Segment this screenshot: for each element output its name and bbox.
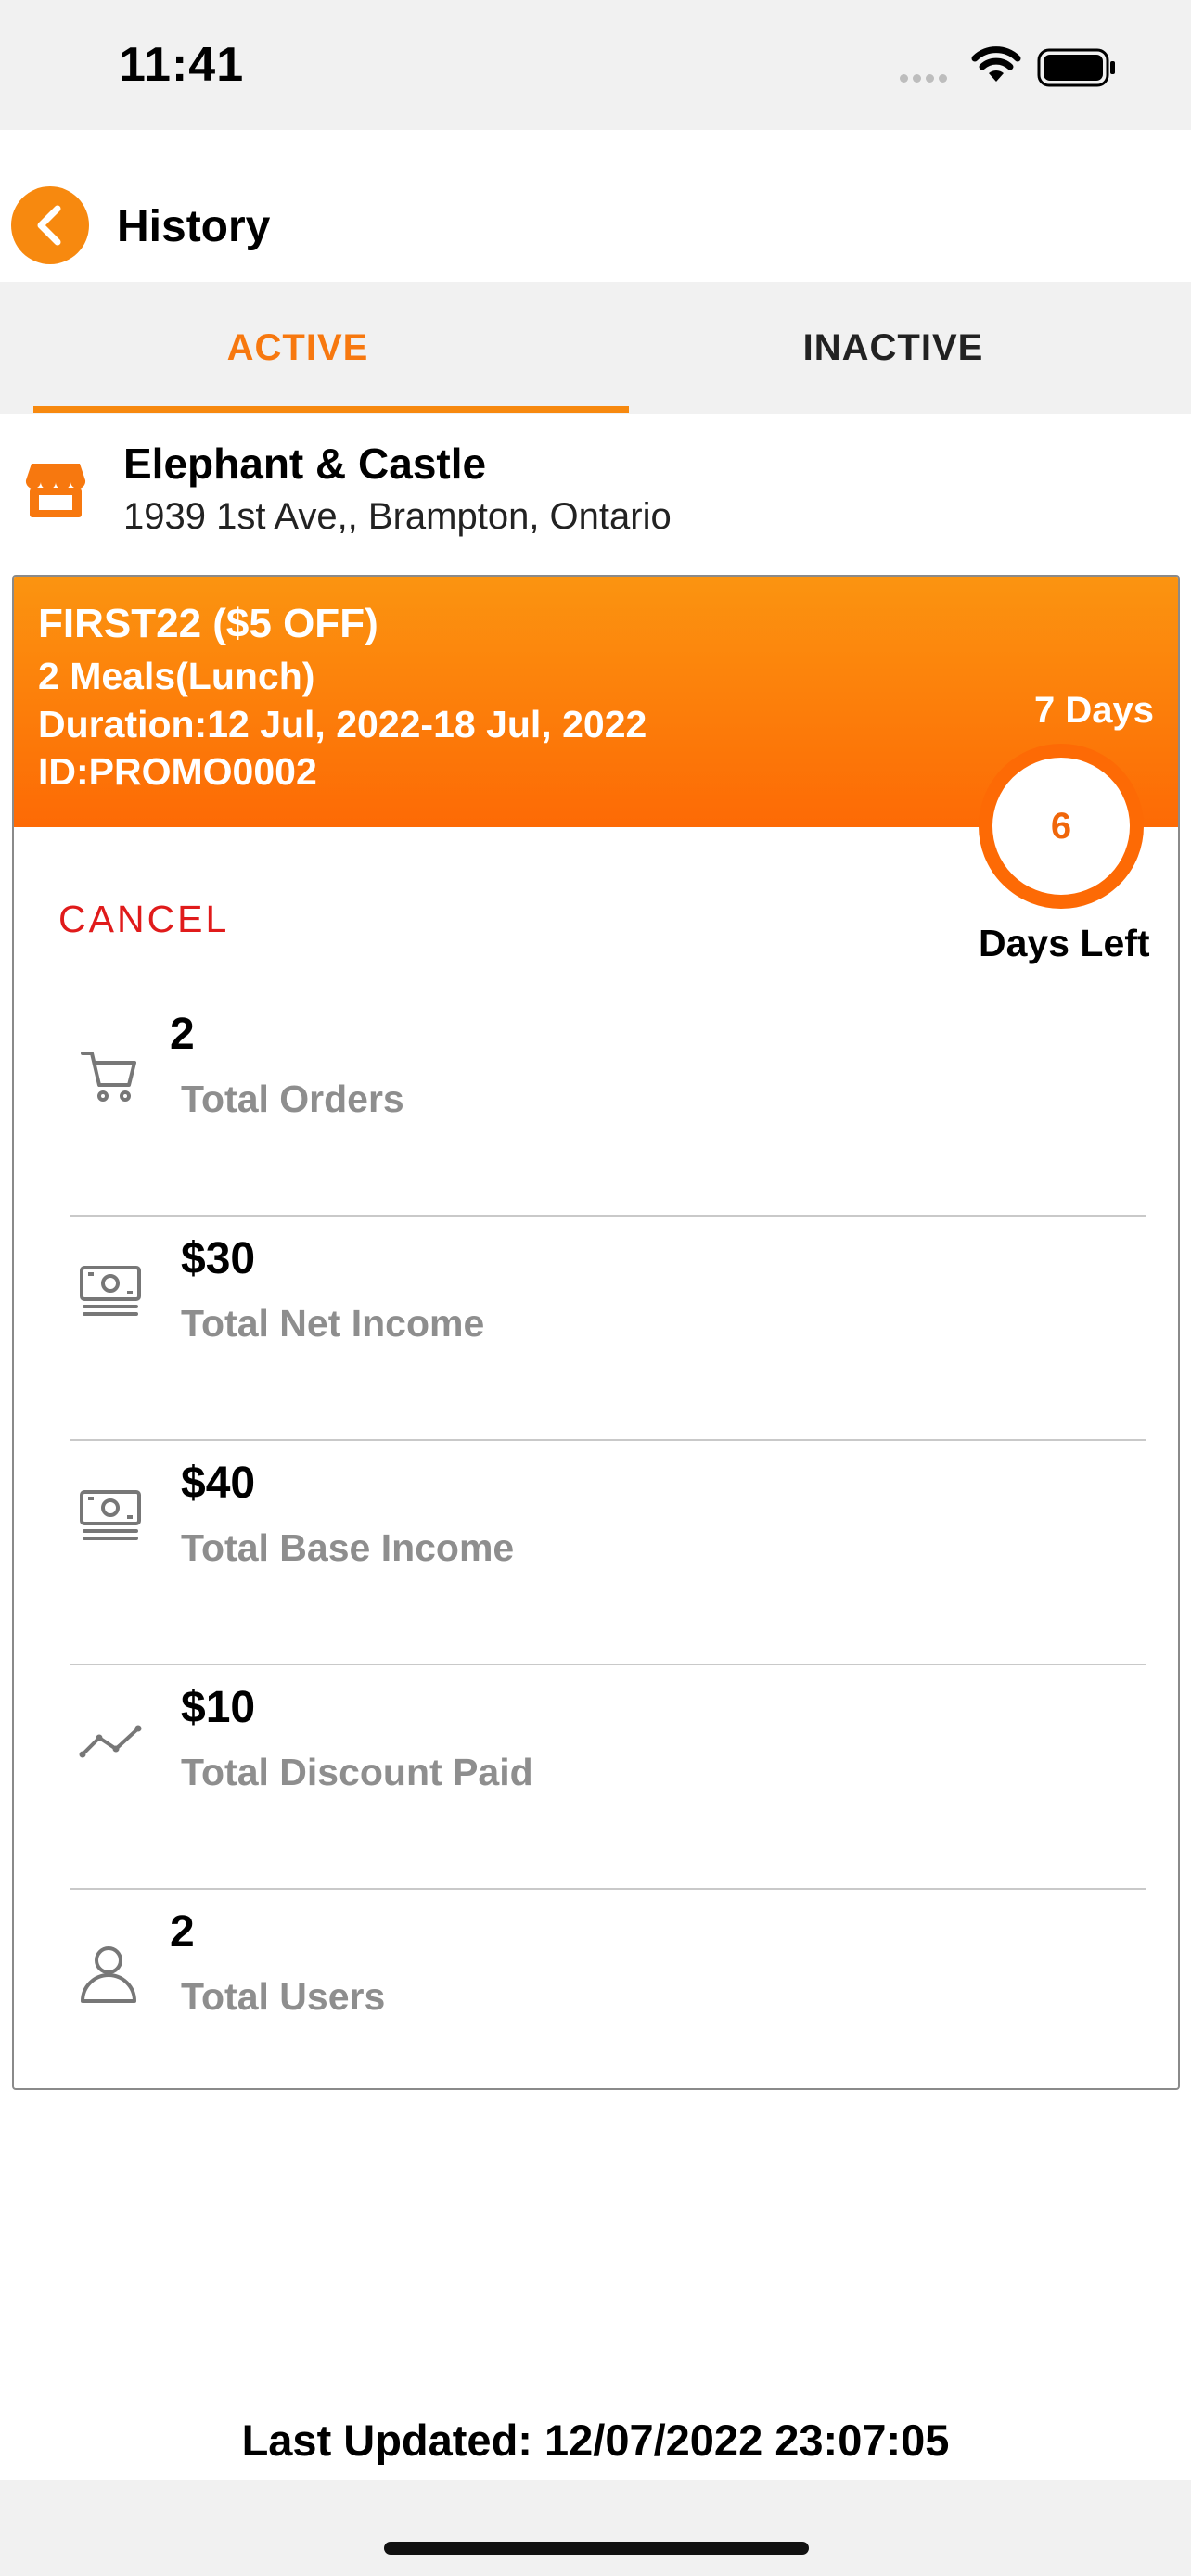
store-info: Elephant & Castle 1939 1st Ave,, Brampto… xyxy=(0,414,1191,575)
tab-inactive[interactable]: INACTIVE xyxy=(596,282,1191,414)
tab-active[interactable]: ACTIVE xyxy=(0,282,596,414)
stat-label: Total Users xyxy=(181,1975,386,2018)
cancel-button[interactable]: CANCEL xyxy=(58,898,229,941)
cash-icon xyxy=(80,1266,141,1316)
promo-duration: Duration:12 Jul, 2022-18 Jul, 2022 xyxy=(38,703,647,746)
chevron-left-icon xyxy=(37,205,61,246)
days-total: 7 Days xyxy=(1034,690,1154,731)
stat-total-orders: 2 Total Orders xyxy=(70,992,1146,1217)
header: History xyxy=(0,130,1191,282)
promo-meals: 2 Meals(Lunch) xyxy=(38,655,315,697)
trend-line-icon xyxy=(79,1725,142,1758)
tab-bar: ACTIVE INACTIVE xyxy=(0,282,1191,414)
stat-value: $10 xyxy=(181,1683,256,1732)
status-time: 11:41 xyxy=(119,38,245,92)
stat-label: Total Orders xyxy=(181,1078,404,1120)
promo-title: FIRST22 ($5 OFF) xyxy=(38,601,378,646)
stat-total-net-income: $30 Total Net Income xyxy=(70,1217,1146,1441)
store-name: Elephant & Castle xyxy=(123,440,487,488)
stat-label: Total Discount Paid xyxy=(181,1751,533,1793)
cart-icon xyxy=(81,1052,136,1102)
home-indicator[interactable] xyxy=(384,2542,809,2555)
stat-label: Total Net Income xyxy=(181,1302,485,1345)
page-title: History xyxy=(117,202,271,251)
cellular-signal-icon xyxy=(900,74,947,83)
wifi-icon xyxy=(971,46,1021,82)
bottom-bar xyxy=(0,2480,1191,2576)
stat-total-users: 2 Total Users xyxy=(70,1890,1146,2085)
battery-icon xyxy=(1037,48,1115,87)
cash-icon xyxy=(80,1490,141,1540)
stat-value: 2 xyxy=(170,1907,195,1957)
store-icon xyxy=(25,464,86,517)
back-button[interactable] xyxy=(11,186,89,264)
last-updated: Last Updated: 12/07/2022 23:07:05 xyxy=(241,2416,950,2465)
user-icon xyxy=(81,1946,136,2003)
status-bar: 11:41 xyxy=(0,0,1191,130)
stat-total-base-income: $40 Total Base Income xyxy=(70,1441,1146,1665)
promo-id: ID:PROMO0002 xyxy=(38,750,317,793)
store-address: 1939 1st Ave,, Brampton, Ontario xyxy=(123,496,672,537)
stat-value: 2 xyxy=(170,1010,195,1059)
stat-total-discount-paid: $10 Total Discount Paid xyxy=(70,1665,1146,1890)
stat-value: $40 xyxy=(181,1459,256,1508)
days-left-counter: 6 xyxy=(979,744,1144,909)
stat-label: Total Base Income xyxy=(181,1526,515,1569)
active-tab-indicator xyxy=(33,406,629,413)
promo-card: FIRST22 ($5 OFF) 2 Meals(Lunch) Duration… xyxy=(12,575,1180,2090)
stat-value: $30 xyxy=(181,1234,256,1283)
days-left-label: Days Left xyxy=(979,922,1150,964)
